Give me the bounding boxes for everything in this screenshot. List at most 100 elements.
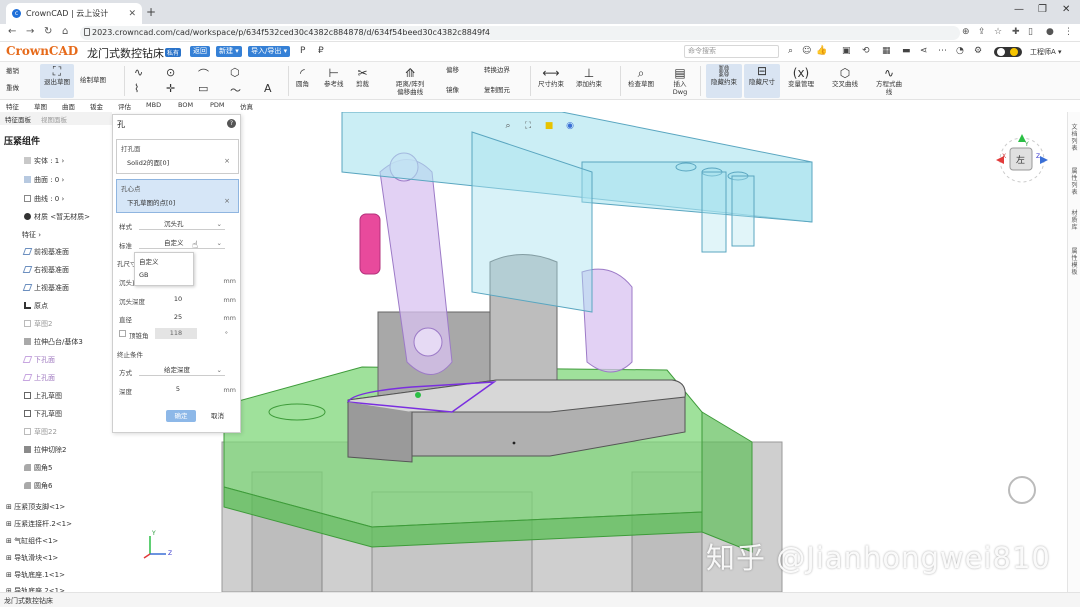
tree-node-front-plane[interactable]: 前视基准面	[22, 247, 69, 257]
hole-center-point[interactable]	[415, 392, 421, 398]
mirror-button[interactable]: 镜像	[446, 86, 459, 94]
tree-root[interactable]: 压紧组件	[4, 134, 40, 147]
text-icon[interactable]: A	[264, 82, 272, 95]
spline-icon[interactable]: ⌇	[134, 82, 139, 95]
new-button[interactable]: 新建 ▾	[216, 46, 242, 57]
tab-mbd[interactable]: MBD	[146, 101, 161, 109]
add-constraint-button[interactable]: ⊥ 添加约束	[576, 66, 602, 88]
back-button[interactable]: 返回	[190, 46, 210, 57]
polygon-icon[interactable]: ⬡	[230, 66, 240, 79]
extensions-icon[interactable]: ✚	[1012, 27, 1020, 37]
rail-property-list[interactable]: 属性列表	[1070, 168, 1079, 196]
forward-icon[interactable]: →	[26, 26, 34, 37]
curve-icon[interactable]: 〜	[230, 82, 241, 98]
diameter-input[interactable]: 25	[149, 312, 207, 323]
top-angle-checkbox[interactable]	[119, 330, 126, 337]
style-select[interactable]: 沉头孔 ⌄	[139, 219, 225, 230]
command-search-input[interactable]: 命令搜索	[684, 45, 779, 58]
zoom-icon[interactable]: ⊕	[962, 27, 970, 37]
rectangle-icon[interactable]: ▭	[198, 82, 208, 95]
home-icon[interactable]: ⌂	[62, 26, 68, 37]
url-field[interactable]: 2023.crowncad.com/cad/workspace/p/634f53…	[80, 26, 960, 40]
tab-simulation[interactable]: 仿真	[240, 101, 253, 111]
rail-document-list[interactable]: 文档列表	[1070, 124, 1079, 152]
dropdown-option-custom[interactable]: 自定义	[139, 256, 159, 266]
tab-pdm[interactable]: PDM	[210, 101, 225, 109]
tree-node-top-plane[interactable]: 上视基准面	[22, 283, 69, 293]
bookmark-star-icon[interactable]: ☆	[994, 27, 1002, 37]
tree-node-curves[interactable]: 曲线 : 0 ›	[24, 194, 64, 204]
video-play-icon[interactable]	[998, 468, 1046, 508]
arc-icon[interactable]: ⌒	[198, 66, 209, 82]
image-icon[interactable]: ▣	[842, 46, 851, 56]
tab-sketch[interactable]: 草图	[34, 101, 47, 111]
tree-node-extrude-cut[interactable]: 拉伸切除2	[24, 445, 66, 455]
variable-manager-button[interactable]: (x) 变量管理	[788, 66, 814, 88]
tree-node-right-plane[interactable]: 右视基准面	[22, 265, 69, 275]
dist-offset-button[interactable]: ⟰ 距离/阵列 偏移曲线	[396, 66, 424, 96]
insert-dwg-button[interactable]: ▤ 插入 Dwg	[668, 66, 692, 96]
parameter-icon[interactable]: P	[300, 46, 305, 56]
tree-node-extrude-boss[interactable]: 拉伸凸台/基体3	[24, 337, 83, 347]
tree-node-upper-hole-sketch[interactable]: 上孔草图	[24, 391, 62, 401]
ref-line-button[interactable]: ⊢ 参考线	[324, 66, 344, 88]
tree-node-material[interactable]: 材质 <暂无材质>	[24, 212, 90, 222]
profile-icon[interactable]: ●	[1046, 27, 1054, 37]
polyline-icon[interactable]: ∿	[134, 66, 143, 79]
assembly-node[interactable]: ⊞ 压紧连接杆.2<1>	[6, 519, 72, 529]
new-tab-icon[interactable]: +	[146, 5, 156, 19]
tree-node-lower-hole-sketch[interactable]: 下孔草图	[24, 409, 62, 419]
tree-node-surfaces[interactable]: 曲面 : 0 ›	[24, 175, 64, 185]
assembly-node[interactable]: ⊞ 气缸组件<1>	[6, 536, 58, 546]
thumb-up-icon[interactable]: 👍	[816, 46, 827, 56]
tree-node-solids[interactable]: 实体 : 1 ›	[24, 156, 64, 166]
undo-button[interactable]: 撤销	[6, 67, 19, 75]
hide-dim-button[interactable]: ⊟ 隐藏尺寸	[744, 64, 780, 98]
tree-node-sketch2[interactable]: 草图2	[24, 319, 52, 329]
tree-node-origin[interactable]: 原点	[24, 301, 48, 311]
ok-button[interactable]: 确定	[166, 410, 196, 422]
clear-center-icon[interactable]: ×	[224, 197, 230, 205]
help-icon[interactable]: ?	[227, 119, 236, 128]
tree-node-fillet6[interactable]: 圆角6	[24, 481, 52, 491]
close-tab-icon[interactable]: ✕	[128, 9, 136, 19]
view-cube[interactable]: 左 Y X Z	[994, 132, 1050, 188]
assembly-node[interactable]: ⊞ 导轨滑块<1>	[6, 553, 58, 563]
tab-bom[interactable]: BOM	[178, 101, 193, 109]
back-icon[interactable]: ←	[8, 26, 16, 37]
tree-node-upper-hole-face[interactable]: 上孔面	[22, 373, 55, 383]
cancel-button[interactable]: 取消	[211, 410, 224, 422]
redo-button[interactable]: 重做	[6, 84, 19, 92]
lock-icon[interactable]	[84, 28, 90, 36]
rebuild-icon[interactable]: ₽	[318, 46, 324, 56]
crowncad-logo[interactable]: CrownCAD	[6, 44, 78, 58]
more-icon[interactable]: ⋯	[938, 46, 947, 56]
rail-property-template[interactable]: 属性模板	[1070, 248, 1079, 276]
tab-evaluate[interactable]: 评估	[118, 101, 131, 111]
assembly-node[interactable]: ⊞ 导轨底座.1<1>	[6, 570, 65, 580]
grid-icon[interactable]: ▦	[882, 46, 891, 56]
tab-view-panel[interactable]: 视图面板	[36, 112, 72, 125]
sidebar-icon[interactable]: ▯	[1028, 27, 1033, 37]
dim-constraint-button[interactable]: ⟷ 尺寸约束	[538, 66, 564, 88]
assembly-node[interactable]: ⊞ 压紧顶支脚<1>	[6, 502, 65, 512]
tab-sheet-metal[interactable]: 钣金	[90, 101, 103, 111]
tree-node-sketch22[interactable]: 草图22	[24, 427, 57, 437]
like-icon[interactable]: ☺	[802, 46, 811, 56]
share-link-icon[interactable]: ⋖	[920, 46, 928, 56]
cbore-depth-input[interactable]: 10	[149, 294, 207, 305]
hide-constraint-button[interactable]: ⛓ 隐藏约束	[706, 64, 742, 98]
clear-face-icon[interactable]: ×	[224, 157, 230, 165]
equation-curve-button[interactable]: ∿ 方程式曲线	[874, 66, 904, 96]
center-point-box[interactable]: 孔心点 下孔草图的点[0] ×	[116, 179, 239, 213]
maximize-icon[interactable]: ❐	[1038, 4, 1047, 15]
intersect-curve-button[interactable]: ⬡ 交叉曲线	[832, 66, 858, 88]
fit-view-icon[interactable]: ⛶	[520, 119, 536, 133]
dropdown-option-gb[interactable]: GB	[139, 271, 149, 279]
tab-surface[interactable]: 曲面	[62, 101, 75, 111]
notification-icon[interactable]: ◔	[956, 46, 964, 56]
share-icon[interactable]: ⇪	[978, 27, 986, 37]
exit-sketch-button[interactable]: ⛶ 退出草图	[40, 64, 74, 98]
reload-icon[interactable]: ↻	[44, 26, 52, 37]
zoom-view-icon[interactable]: ⌕	[500, 119, 516, 133]
